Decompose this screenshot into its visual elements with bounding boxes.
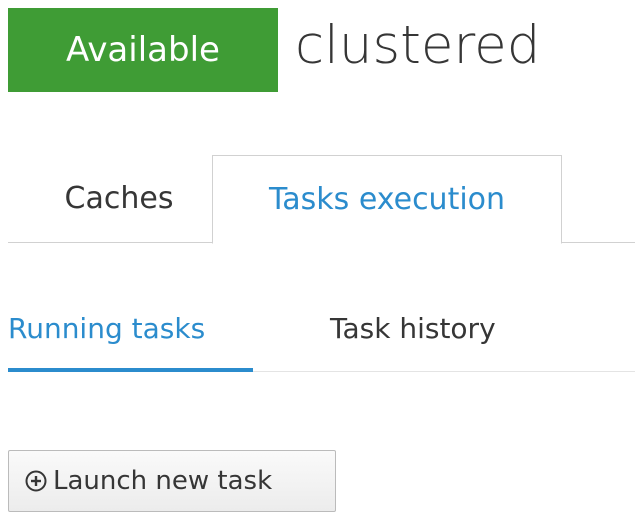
page: Available clustered Caches Tasks executi…: [0, 0, 635, 515]
tab-tasks-execution[interactable]: Tasks execution: [212, 155, 562, 244]
secondary-tabs: Running tasks Task history: [8, 300, 635, 372]
cluster-title: clustered: [295, 15, 541, 76]
launch-new-task-label: Launch new task: [53, 466, 273, 496]
plus-circle-icon: [25, 470, 47, 492]
tab-task-history[interactable]: Task history: [330, 300, 550, 372]
tab-running-tasks[interactable]: Running tasks: [8, 300, 253, 372]
launch-new-task-button[interactable]: Launch new task: [8, 450, 336, 512]
primary-tabs: Caches Tasks execution: [8, 155, 635, 244]
tab-caches[interactable]: Caches: [26, 155, 212, 243]
status-badge: Available: [8, 8, 278, 92]
